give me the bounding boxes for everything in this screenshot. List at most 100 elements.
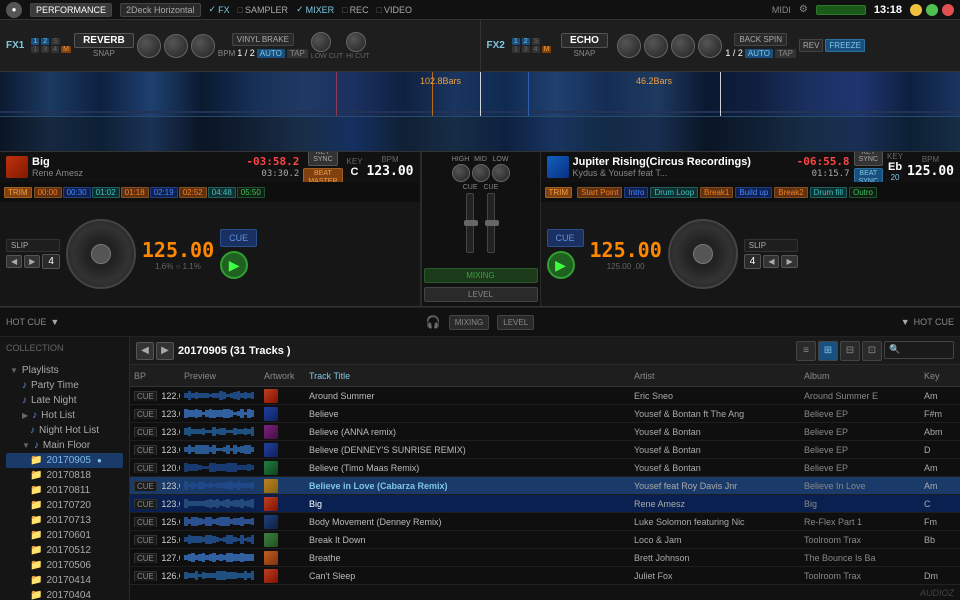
mixer-high-knob[interactable] xyxy=(452,164,470,182)
deck1-cue-118[interactable]: 01:18 xyxy=(121,187,149,198)
fx2-ch1[interactable]: 1 xyxy=(512,38,520,45)
maximize-btn[interactable] xyxy=(926,4,938,16)
table-row[interactable]: CUE 125.00 Body Movement (Denney Remix) … xyxy=(130,513,960,531)
table-row[interactable]: CUE 120.00 Believe (Timo Maas Remix) You… xyxy=(130,459,960,477)
sidebar-item-late-night[interactable]: ♪ Late Night xyxy=(6,393,123,408)
deck2-prev-btn[interactable]: ◀ xyxy=(763,255,779,268)
hot-cue-arrow-right[interactable]: ▼ xyxy=(901,317,910,327)
deck2-cue-btn[interactable]: CUE xyxy=(547,229,584,247)
browser-detail-view-btn[interactable]: ⊞ xyxy=(818,341,838,361)
th-preview[interactable]: Preview xyxy=(180,371,260,381)
fx1-knob3[interactable] xyxy=(191,34,215,58)
deck1-cue-219[interactable]: 02:19 xyxy=(150,187,178,198)
table-row[interactable]: CUE 125.00 Break It Down Loco & Jam Tool… xyxy=(130,531,960,549)
sidebar-item-main-floor[interactable]: ▼ ♪ Main Floor xyxy=(6,438,123,453)
waveform-area[interactable]: 102.8Bars 46.2Bars xyxy=(0,72,960,152)
fx1-vinyl-brake[interactable]: VINYL BRAKE xyxy=(232,33,294,46)
level-center-btn[interactable]: LEVEL xyxy=(497,315,534,330)
layout-btn[interactable]: 2Deck Horizontal xyxy=(120,3,201,17)
deck2-hc-intro[interactable]: Intro xyxy=(624,187,648,198)
fx2-auto[interactable]: AUTO xyxy=(745,49,773,58)
sidebar-item-20170713[interactable]: 📁 20170713 xyxy=(6,513,123,528)
mixing-btn[interactable]: MIXING xyxy=(424,268,538,283)
mixer-fader-left[interactable] xyxy=(466,193,474,253)
browser-grid-view-btn[interactable]: ⊟ xyxy=(840,341,860,361)
table-row[interactable]: CUE 127.00 Breathe Brett Johnson The Bou… xyxy=(130,549,960,567)
fx2-knob2[interactable] xyxy=(644,34,668,58)
sidebar-item-night-hot-list[interactable]: ♪ Night Hot List xyxy=(6,423,123,438)
deck1-prev-btn[interactable]: ◀ xyxy=(6,255,22,268)
deck2-platter[interactable] xyxy=(668,219,738,289)
fx1-knob2[interactable] xyxy=(164,34,188,58)
deck1-cue-btn[interactable]: CUE xyxy=(220,229,257,247)
table-row[interactable]: CUE 123.00 Believe (ANNA remix) Yousef &… xyxy=(130,423,960,441)
fx1-knob1[interactable] xyxy=(137,34,161,58)
deck1-slip-btn[interactable]: SLIP xyxy=(6,239,60,252)
deck1-cue-550[interactable]: 05:50 xyxy=(237,187,265,198)
deck2-trim-btn[interactable]: TRIM xyxy=(545,187,573,198)
deck1-cue-30[interactable]: 00:30 xyxy=(63,187,91,198)
deck2-play-btn[interactable]: ▶ xyxy=(547,251,575,279)
fx1-chs[interactable]: S xyxy=(51,38,60,45)
sidebar-item-20170404[interactable]: 📁 20170404 xyxy=(6,588,123,600)
table-row[interactable]: CUE 123.00 Big Rene Amesz Big C xyxy=(130,495,960,513)
mixing-center-btn[interactable]: MIXING xyxy=(449,315,489,330)
fx2-knob4[interactable] xyxy=(698,34,722,58)
deck1-cue-102[interactable]: 01:02 xyxy=(92,187,120,198)
mixer-low-knob[interactable] xyxy=(492,164,510,182)
sidebar-item-20170414[interactable]: 📁 20170414 xyxy=(6,573,123,588)
sidebar-item-20170601[interactable]: 📁 20170601 xyxy=(6,528,123,543)
fx2-rev-btn[interactable]: REV xyxy=(799,39,823,52)
deck2-hc-drumfill[interactable]: Drum fill xyxy=(810,187,847,198)
performance-mode-btn[interactable]: PERFORMANCE xyxy=(30,3,112,17)
mixer-fader-right[interactable] xyxy=(487,193,495,253)
mixer-mid-knob[interactable] xyxy=(472,164,490,182)
th-album[interactable]: Album xyxy=(800,371,920,381)
rec-checkbox[interactable]: □ REC xyxy=(342,5,368,15)
deck1-cue-00[interactable]: 00:00 xyxy=(34,187,62,198)
deck2-hc-drumloop[interactable]: Drum Loop xyxy=(650,187,698,198)
sidebar-item-20170905[interactable]: 📁 20170905 ● xyxy=(6,453,123,468)
minimize-btn[interactable] xyxy=(910,4,922,16)
sidebar-item-20170811[interactable]: 📁 20170811 xyxy=(6,483,123,498)
settings-icon[interactable]: ⚙ xyxy=(799,4,808,15)
deck1-cue-448[interactable]: 04:48 xyxy=(208,187,236,198)
deck2-hc-outro[interactable]: Outro xyxy=(849,187,877,198)
deck1-cue-252[interactable]: 02:52 xyxy=(179,187,207,198)
sidebar-item-20170506[interactable]: 📁 20170506 xyxy=(6,558,123,573)
th-key[interactable]: Key xyxy=(920,371,960,381)
sampler-checkbox[interactable]: □ SAMPLER xyxy=(238,5,288,15)
fx1-hi-cut-knob[interactable] xyxy=(346,32,366,52)
table-row[interactable]: CUE 123.00 Believe Yousef & Bontan ft Th… xyxy=(130,405,960,423)
fx2-chs[interactable]: S xyxy=(532,38,541,45)
mixer-checkbox[interactable]: ✓ MIXER xyxy=(296,4,334,15)
hot-cue-arrow-left[interactable]: ▼ xyxy=(50,317,59,327)
level-btn[interactable]: LEVEL xyxy=(424,287,538,302)
fx2-knob1[interactable] xyxy=(617,34,641,58)
deck1-next-btn[interactable]: ▶ xyxy=(24,255,40,268)
sidebar-item-20170512[interactable]: 📁 20170512 xyxy=(6,543,123,558)
th-artist[interactable]: Artist xyxy=(630,371,800,381)
deck2-slip-btn[interactable]: SLIP xyxy=(744,239,798,252)
close-btn[interactable] xyxy=(942,4,954,16)
video-checkbox[interactable]: □ VIDEO xyxy=(377,5,412,15)
fx1-ch2[interactable]: 2 xyxy=(41,38,49,45)
fx1-effect-name[interactable]: REVERB xyxy=(74,33,134,48)
th-bpm[interactable]: BP xyxy=(130,371,180,381)
deck1-play-btn[interactable]: ▶ xyxy=(220,251,248,279)
browser-search-box[interactable]: 🔍 xyxy=(884,341,954,359)
deck1-platter[interactable] xyxy=(66,219,136,289)
table-row[interactable]: CUE 126.00 Can't Sleep Juliet Fox Toolro… xyxy=(130,567,960,584)
fx1-auto[interactable]: AUTO xyxy=(257,49,285,58)
fx2-tap[interactable]: TAP xyxy=(775,49,796,58)
fx1-tap[interactable]: TAP xyxy=(287,49,308,58)
table-row[interactable]: CUE 123.00 Believe (DENNEY'S SUNRISE REM… xyxy=(130,441,960,459)
deck1-trim-btn[interactable]: TRIM xyxy=(4,187,32,198)
deck2-hc-start[interactable]: Start Point xyxy=(577,187,622,198)
th-artwork[interactable]: Artwork xyxy=(260,371,305,381)
deck2-hc-break1[interactable]: Break1 xyxy=(700,187,733,198)
browser-list-view-btn[interactable]: ≡ xyxy=(796,341,816,361)
browser-large-view-btn[interactable]: ⊡ xyxy=(862,341,882,361)
sidebar-item-hot-list[interactable]: ▶ ♪ Hot List xyxy=(6,408,123,423)
sidebar-item-20170720[interactable]: 📁 20170720 xyxy=(6,498,123,513)
